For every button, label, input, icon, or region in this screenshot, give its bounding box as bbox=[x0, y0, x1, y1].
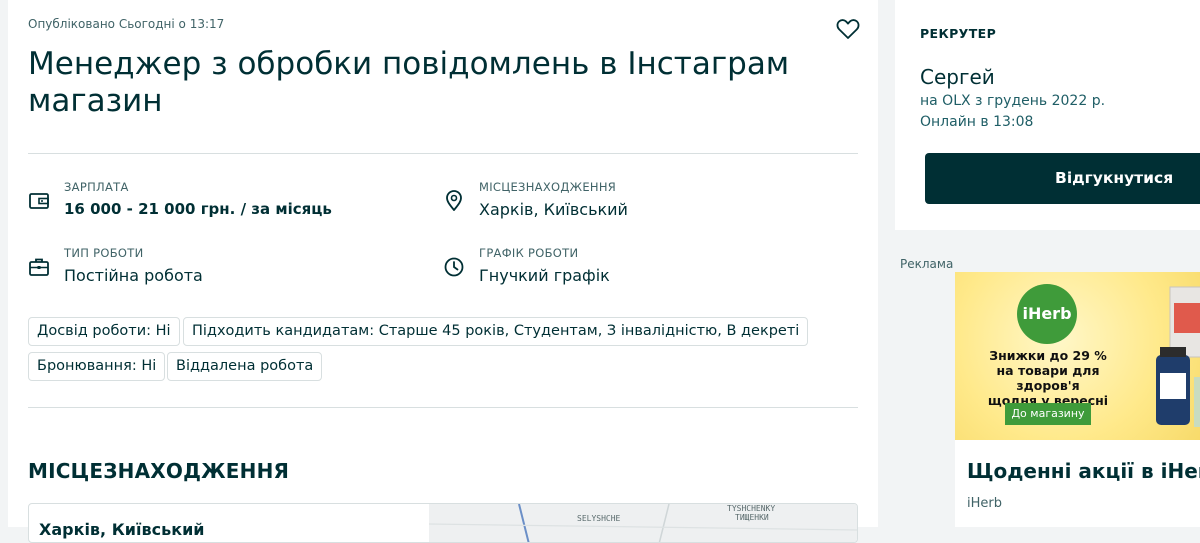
recruiter-since: на OLX з грудень 2022 р. bbox=[920, 93, 1106, 109]
map-section[interactable]: Харків, Київський SELYSHCHE TYSHCHENKY Т… bbox=[28, 503, 858, 543]
recruiter-name[interactable]: Сергей bbox=[920, 65, 995, 89]
divider bbox=[28, 153, 858, 154]
respond-button[interactable]: Відгукнутися bbox=[925, 153, 1200, 204]
ad-brand: iHerb bbox=[967, 496, 1002, 511]
listing-title: Менеджер з обробки повідомлень в Інстагр… bbox=[28, 46, 790, 119]
location-pin-icon bbox=[446, 190, 462, 211]
ad-label: Реклама bbox=[900, 257, 954, 271]
location-heading: МІСЦЕЗНАХОДЖЕННЯ bbox=[28, 459, 290, 483]
product-bottles-image bbox=[1156, 286, 1200, 427]
location-value: Харків, Київський bbox=[479, 200, 628, 219]
salary-value: 16 000 - 21 000 грн. / за місяць bbox=[64, 200, 332, 218]
map-label: ТИЩЕНКИ bbox=[735, 513, 769, 522]
heart-icon[interactable] bbox=[836, 18, 860, 40]
tag-chip: Бронювання: Ні bbox=[28, 352, 166, 381]
published-date: Опубліковано Сьогодні о 13:17 bbox=[28, 17, 225, 31]
ad-title[interactable]: Щоденні акції в iHerb bbox=[967, 459, 1200, 483]
work-type-value: Постійна робота bbox=[64, 266, 203, 285]
clock-icon bbox=[444, 257, 464, 277]
map-address: Харків, Київський bbox=[39, 520, 205, 539]
iherb-logo: iHerb bbox=[1017, 284, 1077, 344]
salary-label: ЗАРПЛАТА bbox=[64, 180, 129, 194]
recruiter-card: РЕКРУТЕР Сергей на OLX з грудень 2022 р.… bbox=[895, 0, 1200, 230]
ad-line: Знижки до 29 % bbox=[989, 348, 1107, 363]
listing-card: Опубліковано Сьогодні о 13:17 Менеджер з… bbox=[8, 0, 878, 543]
location-label: МІСЦЕЗНАХОДЖЕННЯ bbox=[479, 180, 617, 194]
recruiter-online-status: Онлайн в 13:08 bbox=[920, 114, 1034, 130]
tag-chip: Підходить кандидатам: Старше 45 років, С… bbox=[183, 317, 809, 346]
tag-chip: Віддалена робота bbox=[167, 352, 323, 381]
ad-banner[interactable]: iHerb Знижки до 29 % на товари для здоро… bbox=[955, 272, 1200, 440]
ad-line: на товари для здоров'я bbox=[996, 363, 1100, 393]
work-type-label: ТИП РОБОТИ bbox=[64, 246, 144, 260]
tag-chip: Досвід роботи: Ні bbox=[28, 317, 180, 346]
ad-text: Знижки до 29 % на товари для здоров'я що… bbox=[963, 348, 1133, 408]
schedule-label: ГРАФІК РОБОТИ bbox=[479, 246, 579, 260]
map-label: SELYSHCHE bbox=[577, 514, 621, 523]
recruiter-heading: РЕКРУТЕР bbox=[920, 26, 997, 41]
map-label: TYSHCHENKY bbox=[727, 504, 776, 513]
ad-card[interactable]: iHerb Знижки до 29 % на товари для здоро… bbox=[955, 272, 1200, 527]
map[interactable]: SELYSHCHE TYSHCHENKY ТИЩЕНКИ bbox=[428, 504, 857, 542]
briefcase-icon bbox=[29, 258, 49, 276]
map-roads bbox=[428, 504, 857, 542]
divider bbox=[28, 407, 858, 408]
wallet-icon bbox=[29, 193, 49, 209]
ad-shop-button[interactable]: До магазину bbox=[1005, 403, 1091, 425]
schedule-value: Гнучкий графік bbox=[479, 266, 610, 285]
